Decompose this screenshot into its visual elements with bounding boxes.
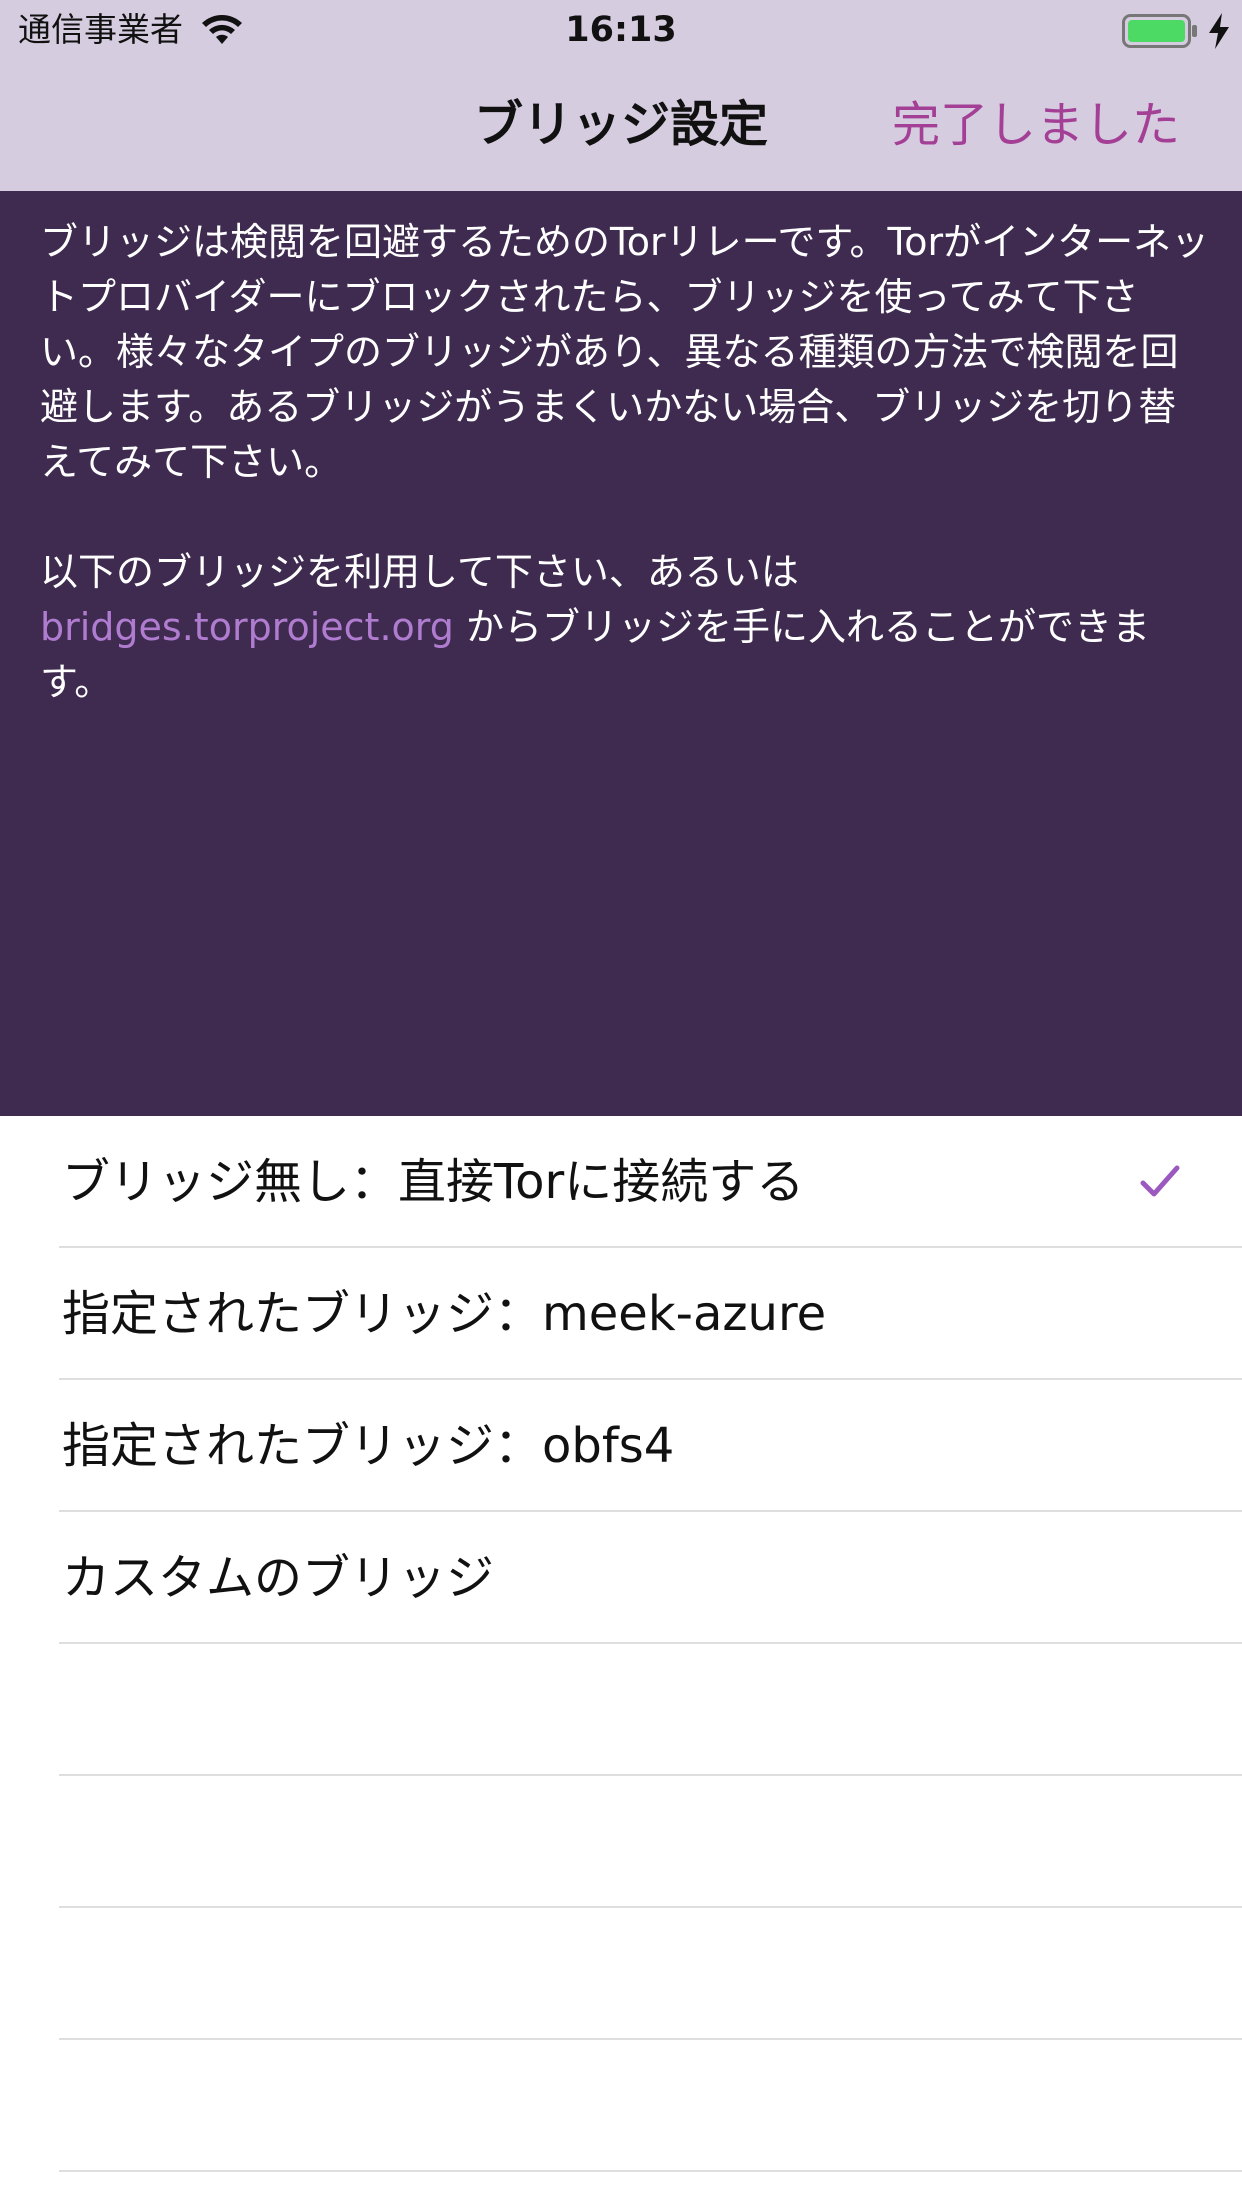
empty-list-row (0, 1908, 1242, 2040)
bridge-options-list: ブリッジ無し：直接Torに接続する 指定されたブリッジ：meek-azure 指… (0, 1116, 1242, 2172)
bridge-option-label: 指定されたブリッジ：obfs4 (62, 1418, 675, 1474)
bridge-description: ブリッジは検閲を回避するためのTorリレーです。Torがインターネットプロバイダ… (40, 215, 1210, 710)
battery-icon (1122, 14, 1197, 48)
empty-list-row (0, 2040, 1242, 2172)
empty-list-row (0, 1644, 1242, 1776)
bridge-option-label: ブリッジ無し：直接Torに接続する (62, 1154, 805, 1210)
bridge-option-meek-azure[interactable]: 指定されたブリッジ：meek-azure (0, 1248, 1242, 1380)
bolt-icon (1209, 13, 1229, 49)
bridges-torproject-link[interactable]: bridges.torproject.org (40, 605, 454, 649)
status-time: 16:13 (565, 10, 677, 50)
description-paragraph-1: ブリッジは検閲を回避するためのTorリレーです。Torがインターネットプロバイダ… (40, 220, 1210, 484)
row-separator (59, 2170, 1242, 2172)
bridge-description-panel: ブリッジは検閲を回避するためのTorリレーです。Torがインターネットプロバイダ… (0, 191, 1242, 1116)
description-text-before-link: 以下のブリッジを利用して下さい、あるいは (40, 550, 799, 594)
description-paragraph-2: 以下のブリッジを利用して下さい、あるいは bridges.torproject.o… (40, 545, 1210, 710)
bridge-option-label: 指定されたブリッジ：meek-azure (62, 1286, 827, 1342)
done-button[interactable]: 完了しました (892, 92, 1180, 158)
bridge-settings-screen: 通信事業者 16:13 ブリッジ設定 完了しました ブリッジは検閲を回避するため… (0, 0, 1242, 2208)
navigation-bar: ブリッジ設定 完了しました (0, 62, 1242, 191)
status-bar: 通信事業者 16:13 (0, 0, 1242, 62)
bridge-option-obfs4[interactable]: 指定されたブリッジ：obfs4 (0, 1380, 1242, 1512)
empty-list-row (0, 1776, 1242, 1908)
checkmark-icon (1140, 1165, 1180, 1197)
bridge-option-none[interactable]: ブリッジ無し：直接Torに接続する (0, 1116, 1242, 1248)
bridge-option-custom[interactable]: カスタムのブリッジ (0, 1512, 1242, 1644)
bridge-option-label: カスタムのブリッジ (62, 1550, 495, 1606)
